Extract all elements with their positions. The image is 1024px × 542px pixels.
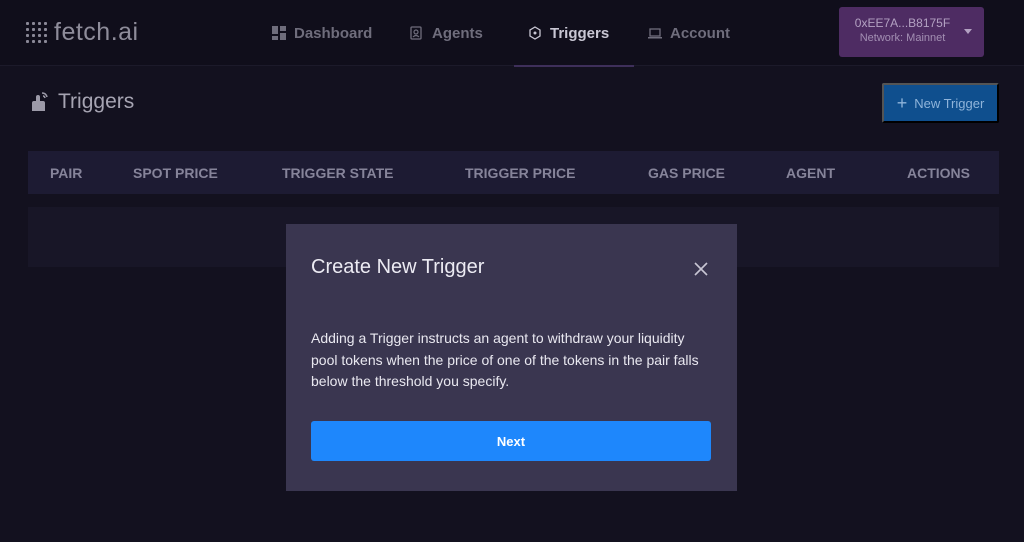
column-header-actions[interactable]: ACTIONS <box>907 165 970 181</box>
wallet-dropdown[interactable]: 0xEE7A...B8175F Network: Mainnet <box>839 7 984 57</box>
create-trigger-modal: Create New Trigger Adding a Trigger inst… <box>286 224 737 491</box>
nav-item-dashboard[interactable]: Dashboard <box>258 0 396 66</box>
page-title: Triggers <box>28 90 134 114</box>
plus-icon: + <box>896 93 908 113</box>
page-title-text: Triggers <box>58 90 135 113</box>
close-icon[interactable] <box>692 260 710 278</box>
modal-title: Create New Trigger <box>311 256 485 278</box>
column-header-trigger-price[interactable]: TRIGGER PRICE <box>465 165 575 181</box>
modal-description: Adding a Trigger instructs an agent to w… <box>311 330 699 389</box>
chevron-down-icon <box>964 29 972 34</box>
column-header-gas-price[interactable]: GAS PRICE <box>648 165 725 181</box>
tap-hand-icon <box>32 92 48 111</box>
column-header-agent[interactable]: AGENT <box>786 165 835 181</box>
new-trigger-button[interactable]: + New Trigger <box>882 83 999 123</box>
column-header-spot-price[interactable]: SPOT PRICE <box>133 165 218 181</box>
column-header-pair[interactable]: PAIR <box>50 165 82 181</box>
fetch-ai-logo[interactable]: fetch.ai <box>26 18 139 46</box>
wallet-address: 0xEE7A...B8175F <box>854 16 951 30</box>
next-button[interactable]: Next <box>311 421 711 461</box>
grid-icon <box>272 26 286 40</box>
nav-item-label: Dashboard <box>294 24 373 42</box>
laptop-icon <box>648 28 662 39</box>
top-nav-bar: fetch.ai Dashboard Agents Triggers Accou… <box>0 0 1024 67</box>
nav-item-agents[interactable]: Agents <box>396 0 514 66</box>
new-trigger-label: New Trigger <box>914 95 985 111</box>
column-header-trigger-state[interactable]: TRIGGER STATE <box>282 165 393 181</box>
nav-item-label: Triggers <box>550 24 610 42</box>
nav-item-triggers[interactable]: Triggers <box>514 0 634 67</box>
nav-item-account[interactable]: Account <box>634 0 744 66</box>
main-nav: Dashboard Agents Triggers Account <box>258 0 744 67</box>
logo-text: fetch.ai <box>54 17 139 46</box>
nav-item-label: Account <box>670 24 730 42</box>
logo-mark-icon <box>26 21 47 43</box>
wallet-network: Network: Mainnet <box>859 32 946 44</box>
agent-icon <box>410 26 422 40</box>
table-header: PAIR SPOT PRICE TRIGGER STATE TRIGGER PR… <box>28 151 999 194</box>
trigger-icon <box>529 26 541 40</box>
nav-item-label: Agents <box>432 24 483 42</box>
